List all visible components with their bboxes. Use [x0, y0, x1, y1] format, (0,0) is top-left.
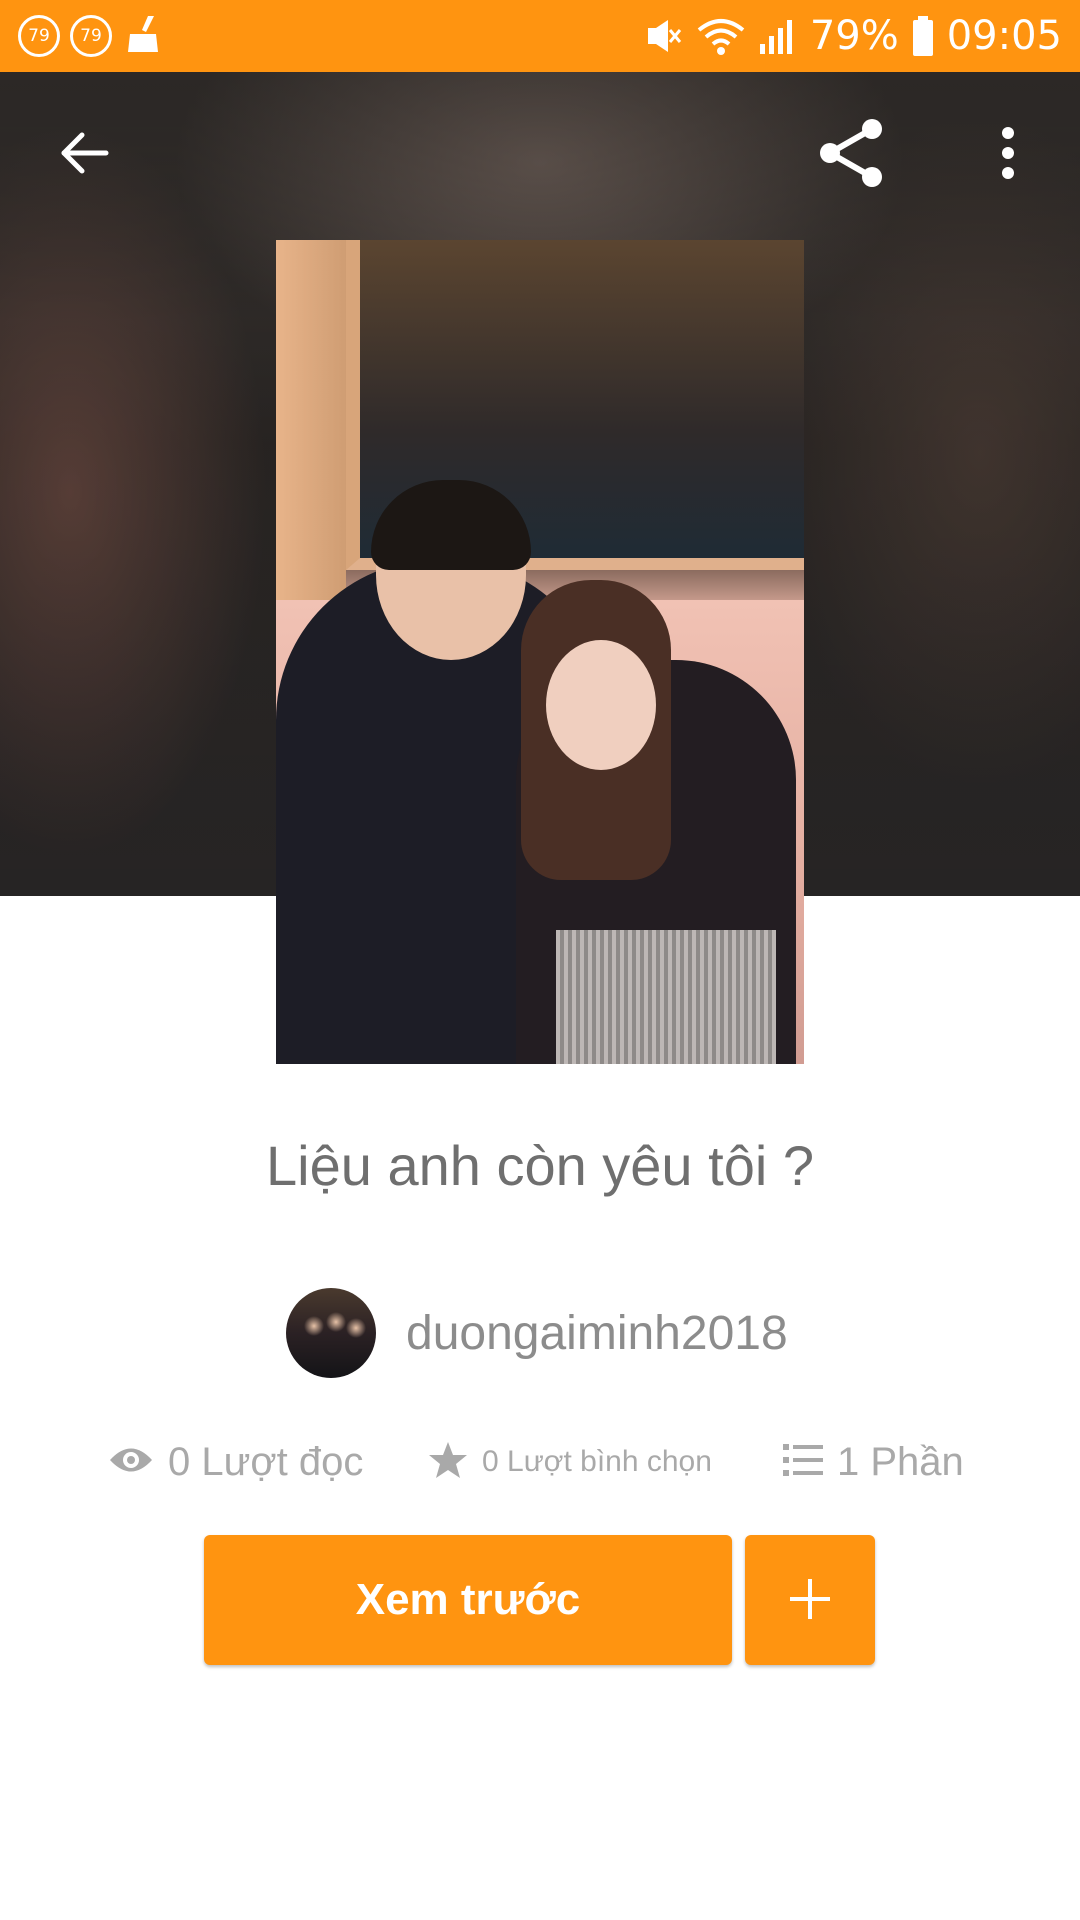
mute-icon — [640, 14, 684, 58]
battery-icon — [911, 14, 935, 58]
status-right: 79% 09:05 — [640, 13, 1062, 59]
share-button[interactable] — [812, 115, 892, 195]
status-bar: 79 79 79% 09:05 — [0, 0, 1080, 72]
cover-detail — [546, 640, 656, 770]
notification-badge-icon: 79 — [70, 15, 112, 57]
plus-icon — [788, 1577, 832, 1624]
battery-percent: 79% — [809, 13, 899, 59]
cleaner-icon — [122, 12, 166, 61]
more-options-button[interactable] — [968, 115, 1048, 195]
share-icon — [814, 115, 890, 196]
votes-count: 0 Lượt bình chọn — [482, 1445, 712, 1478]
parts-count: 1 Phần — [837, 1439, 964, 1484]
reads-count: 0 Lượt đọc — [168, 1439, 364, 1484]
avatar[interactable] — [286, 1288, 376, 1378]
preview-button[interactable]: Xem trước — [204, 1535, 732, 1665]
more-vert-icon — [998, 125, 1018, 186]
author-link[interactable]: duongaiminh2018 — [286, 1288, 788, 1378]
parts-stat: 1 Phần — [783, 1432, 964, 1492]
signal-icon — [758, 14, 798, 58]
clock: 09:05 — [946, 13, 1062, 59]
votes-stat: 0 Lượt bình chọn — [428, 1432, 712, 1492]
list-icon — [783, 1442, 823, 1483]
cover-detail — [556, 930, 776, 1064]
story-cover-image[interactable] — [276, 240, 804, 1064]
wifi-icon — [696, 14, 746, 58]
eye-icon — [108, 1443, 154, 1482]
star-icon — [428, 1440, 468, 1485]
status-left: 79 79 — [18, 12, 166, 61]
add-to-library-button[interactable] — [745, 1535, 875, 1665]
reads-stat: 0 Lượt đọc — [108, 1432, 363, 1492]
story-title: Liệu anh còn yêu tôi ? — [266, 1134, 814, 1197]
back-button[interactable] — [44, 115, 124, 195]
story-stats: 0 Lượt đọc 0 Lượt bình chọn 1 Phần — [108, 1432, 988, 1492]
author-name[interactable]: duongaiminh2018 — [406, 1306, 788, 1361]
back-arrow-icon — [56, 125, 112, 186]
notification-badge-icon: 79 — [18, 15, 60, 57]
